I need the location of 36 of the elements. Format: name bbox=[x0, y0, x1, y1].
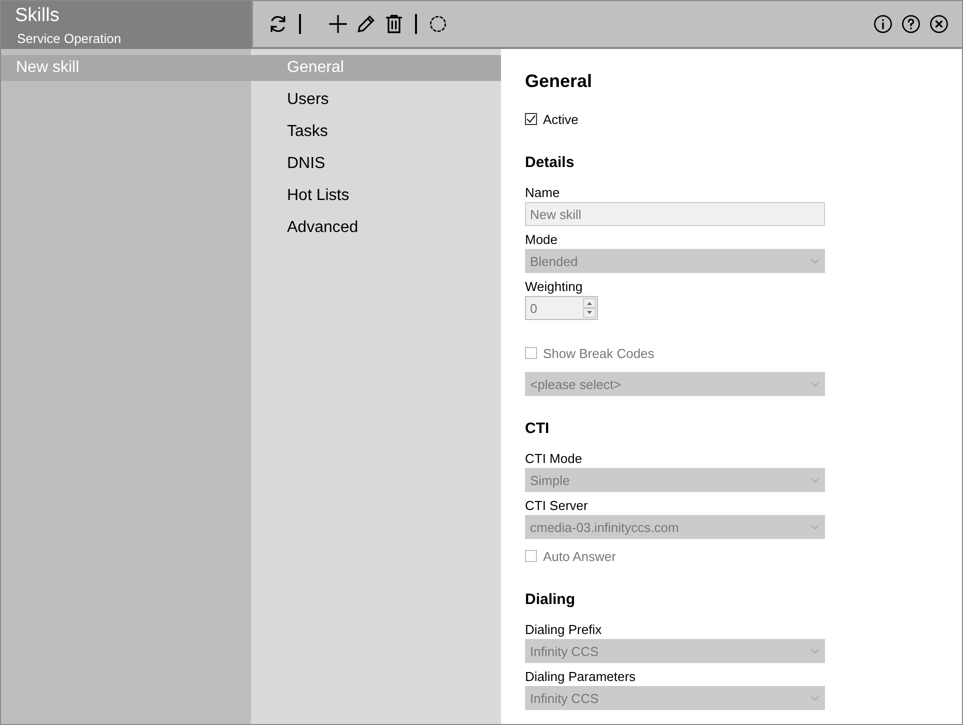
page-title: General bbox=[525, 71, 592, 92]
info-icon[interactable] bbox=[872, 13, 894, 35]
field-label: Weighting bbox=[525, 279, 583, 294]
field-label: Mode bbox=[525, 232, 558, 247]
plus-icon[interactable] bbox=[327, 13, 349, 35]
chevron-down-icon bbox=[810, 524, 820, 530]
checkbox-label[interactable]: Active bbox=[543, 112, 578, 126]
field-label: CTI Mode bbox=[525, 451, 582, 466]
nav-item[interactable]: Hot Lists bbox=[251, 183, 501, 209]
chevron-down-icon bbox=[810, 695, 820, 701]
nav-item[interactable]: Advanced bbox=[251, 215, 501, 241]
help-icon[interactable] bbox=[900, 13, 922, 35]
chevron-down-icon bbox=[810, 258, 820, 264]
pencil-icon[interactable] bbox=[355, 13, 377, 35]
chevron-down-icon bbox=[810, 648, 820, 654]
nav-item[interactable]: General bbox=[251, 55, 501, 81]
field-label: Name bbox=[525, 185, 560, 200]
record-item[interactable]: New skill bbox=[1, 55, 251, 81]
field-label: Dialing Parameters bbox=[525, 669, 636, 684]
close-icon[interactable] bbox=[928, 13, 950, 35]
section-heading: CTI bbox=[525, 420, 550, 437]
checkbox[interactable] bbox=[525, 113, 537, 125]
chevron-down-icon bbox=[810, 381, 820, 387]
trash-icon[interactable] bbox=[383, 13, 405, 35]
app-title: Skills bbox=[15, 5, 60, 27]
nav-item[interactable]: Tasks bbox=[251, 119, 501, 145]
app-subtitle: Service Operation bbox=[17, 31, 122, 46]
section-heading: Dialing bbox=[525, 591, 576, 608]
nav-item[interactable]: Users bbox=[251, 87, 501, 113]
nav-item[interactable]: DNIS bbox=[251, 151, 501, 177]
field-label: Dialing Prefix bbox=[525, 622, 602, 637]
checkmark-icon bbox=[526, 114, 536, 124]
dashed-circle-icon[interactable] bbox=[427, 13, 449, 35]
field-label: CTI Server bbox=[525, 498, 588, 513]
chevron-down-icon bbox=[810, 477, 820, 483]
section-heading: Details bbox=[525, 154, 574, 171]
